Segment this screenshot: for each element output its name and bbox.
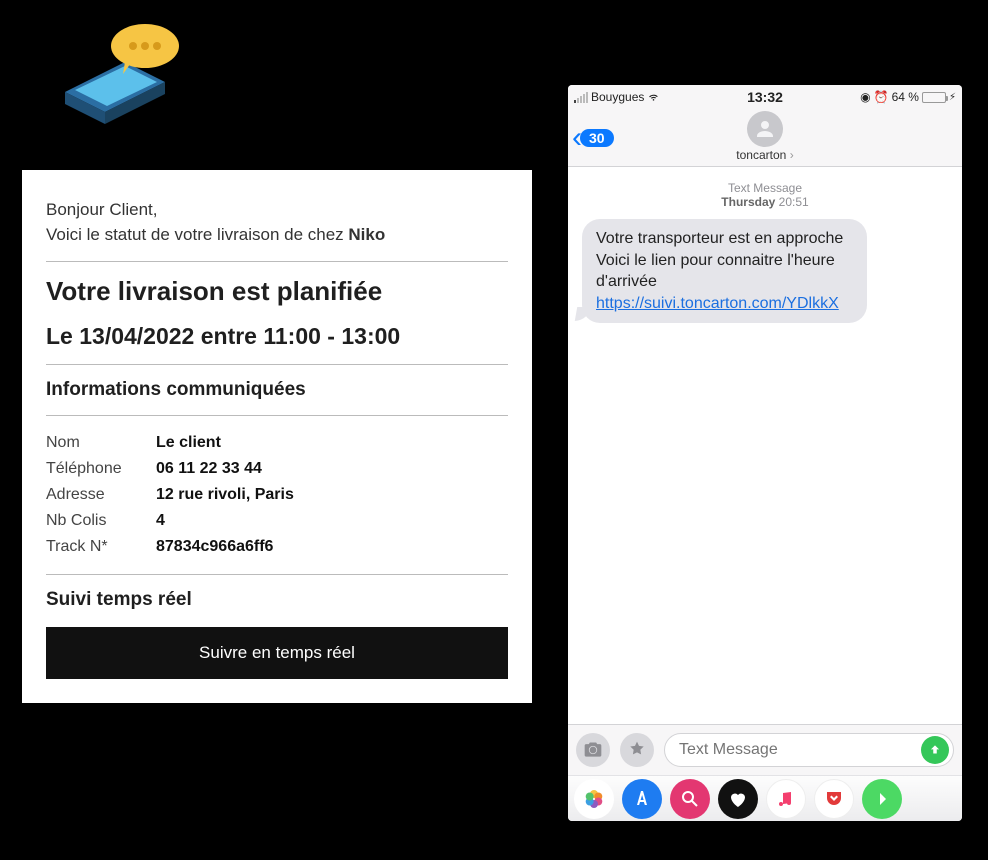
info-table: Nom Le client Téléphone 06 11 22 33 44 A… bbox=[46, 430, 508, 560]
table-row: Téléphone 06 11 22 33 44 bbox=[46, 456, 508, 482]
message-text-1: Votre transporteur est en approche bbox=[596, 230, 843, 247]
music-app-icon[interactable] bbox=[766, 779, 806, 819]
track-realtime-button[interactable]: Suivre en temps réel bbox=[46, 627, 508, 679]
message-composer bbox=[568, 724, 962, 775]
brand-name: Niko bbox=[348, 225, 385, 244]
table-row: Nb Colis 4 bbox=[46, 508, 508, 534]
nav-bar: ‹ 30 toncarton › bbox=[568, 109, 962, 167]
name-label: Nom bbox=[46, 430, 156, 456]
divider bbox=[46, 415, 508, 416]
iphone-messages-mockup: Bouygues 13:32 ◉ ⏰ 64 % ⚡︎ ‹ 30 toncarto… bbox=[568, 85, 962, 821]
battery-icon bbox=[922, 92, 946, 103]
dnd-icon: ◉ bbox=[860, 90, 870, 104]
timestamp-label: Text Message bbox=[728, 181, 802, 195]
more-app-icon[interactable] bbox=[862, 779, 902, 819]
phone-value: 06 11 22 33 44 bbox=[156, 456, 508, 482]
status-title: Votre livraison est planifiée bbox=[46, 276, 508, 307]
carrier-label: Bouygues bbox=[591, 90, 644, 104]
chevron-right-icon: › bbox=[790, 148, 794, 162]
table-row: Adresse 12 rue rivoli, Paris bbox=[46, 482, 508, 508]
pocket-app-icon[interactable] bbox=[814, 779, 854, 819]
incoming-message-bubble[interactable]: Votre transporteur est en approche Voici… bbox=[582, 219, 867, 323]
message-input-wrapper[interactable] bbox=[664, 733, 954, 767]
info-heading: Informations communiquées bbox=[46, 379, 508, 401]
charging-icon: ⚡︎ bbox=[949, 92, 956, 103]
timestamp-time: 20:51 bbox=[779, 195, 809, 209]
divider bbox=[46, 364, 508, 365]
realtime-heading: Suivi temps réel bbox=[46, 589, 508, 611]
signal-icon bbox=[574, 92, 588, 103]
timestamp-day: Thursday bbox=[721, 195, 775, 209]
appstore-app-icon[interactable] bbox=[622, 779, 662, 819]
message-text-2: Voici le lien pour connaitre l'heure d'a… bbox=[596, 252, 835, 291]
parcels-value: 4 bbox=[156, 508, 508, 534]
avatar-icon bbox=[747, 111, 783, 147]
message-link[interactable]: https://suivi.toncarton.com/YDlkkX bbox=[596, 295, 839, 312]
alarm-icon: ⏰ bbox=[874, 90, 889, 104]
camera-icon[interactable] bbox=[576, 733, 610, 767]
contact-name: toncarton bbox=[736, 148, 786, 162]
search-app-icon[interactable] bbox=[670, 779, 710, 819]
appstore-icon[interactable] bbox=[620, 733, 654, 767]
table-row: Nom Le client bbox=[46, 430, 508, 456]
delivery-notification-card: Bonjour Client, Voici le statut de votre… bbox=[22, 170, 532, 703]
track-value: 87834c966a6ff6 bbox=[156, 534, 508, 560]
phone-label: Téléphone bbox=[46, 456, 156, 482]
address-value: 12 rue rivoli, Paris bbox=[156, 482, 508, 508]
photos-app-icon[interactable] bbox=[574, 779, 614, 819]
divider bbox=[46, 574, 508, 575]
table-row: Track N* 87834c966a6ff6 bbox=[46, 534, 508, 560]
imessage-app-strip[interactable] bbox=[568, 775, 962, 821]
track-label: Track N* bbox=[46, 534, 156, 560]
send-button[interactable] bbox=[921, 736, 949, 764]
message-input[interactable] bbox=[679, 741, 917, 759]
greeting: Bonjour Client, Voici le statut de votre… bbox=[46, 198, 508, 247]
parcels-label: Nb Colis bbox=[46, 508, 156, 534]
message-thread[interactable]: Text Message Thursday 20:51 Votre transp… bbox=[568, 167, 962, 724]
greeting-line2-prefix: Voici le statut de votre livraison de ch… bbox=[46, 225, 348, 244]
status-bar: Bouygues 13:32 ◉ ⏰ 64 % ⚡︎ bbox=[568, 85, 962, 109]
contact-header[interactable]: toncarton › bbox=[568, 111, 962, 162]
wifi-icon bbox=[647, 89, 660, 105]
divider bbox=[46, 261, 508, 262]
greeting-line1: Bonjour Client, bbox=[46, 200, 158, 219]
message-timestamp: Text Message Thursday 20:51 bbox=[582, 181, 948, 209]
heart-app-icon[interactable] bbox=[718, 779, 758, 819]
name-value: Le client bbox=[156, 430, 508, 456]
decorative-sms-icon bbox=[55, 12, 195, 132]
address-label: Adresse bbox=[46, 482, 156, 508]
battery-pct: 64 % bbox=[892, 90, 919, 104]
schedule-line: Le 13/04/2022 entre 11:00 - 13:00 bbox=[46, 323, 508, 350]
